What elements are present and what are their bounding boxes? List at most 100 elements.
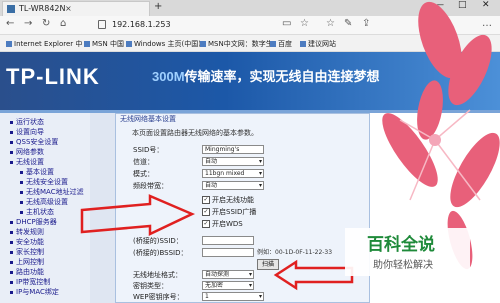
sidebar-item-label: 家长控制 [16,248,44,256]
sidebar-item-label: IP与MAC绑定 [16,288,59,296]
bullet-icon [10,130,13,134]
sidebar-item-label: 上网控制 [16,258,44,266]
sidebar-item[interactable]: 运行状态 [10,117,44,127]
bandwidth-select[interactable]: 自动 [202,181,264,190]
bullet-icon [20,200,23,204]
channel-select[interactable]: 自动 [202,157,264,166]
watermark-brand: 百科全说 [367,235,435,255]
refresh-icon[interactable]: ↻ [42,18,50,29]
sidebar-subitem[interactable]: 无线MAC地址过滤 [20,187,84,197]
lock-icon [98,20,106,29]
url-text: 192.168.1.253 [112,20,171,29]
favorite-link[interactable]: 百度 [270,39,292,49]
reading-view-icon[interactable]: ▭ [282,18,291,29]
address-input[interactable]: 192.168.1.253 [98,18,298,31]
favorite-link[interactable]: MSN中文网：数字生 [200,39,273,49]
ssid-input[interactable]: Mingming's [202,145,264,154]
sidebar-item-label: 无线MAC地址过滤 [26,188,84,196]
home-icon[interactable]: ⌂ [60,18,66,29]
address-mode-label: 无线地址格式： [133,271,182,279]
sidebar-item-label: IP带宽控制 [16,278,51,286]
sidebar-item[interactable]: IP带宽控制 [10,277,50,287]
ssid-label: SSID号： [133,146,164,154]
wep-index-select[interactable]: 1 [202,292,264,301]
mode-select[interactable]: 11bgn mixed [202,169,264,178]
sidebar-item-label: 安全功能 [16,238,44,246]
bridge-ssid-input[interactable] [202,236,254,245]
bridge-ssid-label: (桥接的)SSID： [133,237,183,245]
wep-index-label: WEP密钥序号： [133,293,184,301]
msn-icon [84,41,90,47]
favorite-star-icon[interactable]: ☆ [300,18,309,29]
checkbox-checked-icon: ✓ [202,208,210,216]
key-type-select[interactable]: 无加密 [202,281,254,290]
favorite-link[interactable]: MSN 中国 [84,39,124,49]
sidebar-item-label: QSS安全设置 [16,138,59,146]
bullet-icon [10,290,13,294]
bullet-icon [10,140,13,144]
checkbox-checked-icon: ✓ [202,220,210,228]
tab-title: TL-WR842N [19,4,66,13]
bullet-icon [10,160,13,164]
sidebar-item[interactable]: 家长控制 [10,247,44,257]
sidebar-item[interactable]: 设置向导 [10,127,44,137]
bssid-example: 例如：00-1D-0F-11-22-33 [257,249,333,256]
sidebar-item-label: 基本设置 [26,168,54,176]
browser-tab[interactable]: TL-WR842N × [2,1,150,16]
page-favicon-icon [7,5,15,13]
watermark: 百科全说 助你轻松解决 [345,228,470,276]
sidebar-item[interactable]: DHCP服务器 [10,217,57,227]
sidebar-item-label: 无线安全设置 [26,178,68,186]
windows-icon [126,41,132,47]
tab-close-icon[interactable]: × [65,2,72,15]
forward-icon[interactable]: → [24,18,32,29]
bullet-icon [10,150,13,154]
sidebar-item-label: 主机状态 [26,208,54,216]
watermark-tagline: 助你轻松解决 [373,260,433,271]
back-icon[interactable]: ← [6,18,14,29]
bullet-icon [10,120,13,124]
sidebar-item-label: 网络参数 [16,148,44,156]
favorite-link[interactable]: Internet Explorer 中 [6,39,82,49]
sidebar-item[interactable]: QSS安全设置 [10,137,58,147]
bullet-icon [20,190,23,194]
baidu-icon [270,41,276,47]
notes-icon[interactable]: ✎ [344,18,352,29]
sidebar-item[interactable]: 路由功能 [10,267,44,277]
tplink-logo: TP-LINK [6,64,100,89]
bullet-icon [10,240,13,244]
checkbox-checked-icon: ✓ [202,196,210,204]
bullet-icon [10,280,13,284]
ssid-broadcast-checkbox[interactable]: ✓ 开启SSID广播 [202,207,256,217]
favorite-link[interactable]: 建议网站 [300,39,336,49]
sidebar-item[interactable]: IP与MAC绑定 [10,287,59,297]
new-tab-button[interactable]: + [154,1,162,12]
wds-checkbox[interactable]: ✓ 开启WDS [202,219,243,229]
bullet-icon [20,210,23,214]
sidebar-subitem[interactable]: 主机状态 [20,207,54,217]
scan-button[interactable]: 扫描 [257,259,279,270]
bridge-bssid-input[interactable] [202,248,254,257]
sidebar-item[interactable]: 上网控制 [10,257,44,267]
sidebar-subitem[interactable]: 无线高级设置 [20,197,68,207]
bullet-icon [10,270,13,274]
bullet-icon [10,250,13,254]
bandwidth-label: 频段带宽： [133,182,168,190]
sidebar-item-label: 无线高级设置 [26,198,68,206]
mode-label: 模式： [133,170,154,178]
sidebar-subitem[interactable]: 基本设置 [20,167,54,177]
bullet-icon [20,180,23,184]
sidebar-item[interactable]: 无线设置 [10,157,44,167]
favorite-link[interactable]: Windows 主页(中国) [126,39,201,49]
sidebar-item[interactable]: 安全功能 [10,237,44,247]
address-mode-select[interactable]: 自动探测 [202,270,254,279]
favorites-hub-icon[interactable]: ☆ [326,18,335,29]
wireless-enable-checkbox[interactable]: ✓ 开启无线功能 [202,195,254,205]
sidebar-item[interactable]: 网络参数 [10,147,44,157]
sidebar-item-label: 转发规则 [16,228,44,236]
key-type-label: 密钥类型： [133,282,168,290]
sidebar-item[interactable]: 转发规则 [10,227,44,237]
channel-label: 信道： [133,158,154,166]
sidebar-item-label: 设置向导 [16,128,44,136]
sidebar-subitem[interactable]: 无线安全设置 [20,177,68,187]
